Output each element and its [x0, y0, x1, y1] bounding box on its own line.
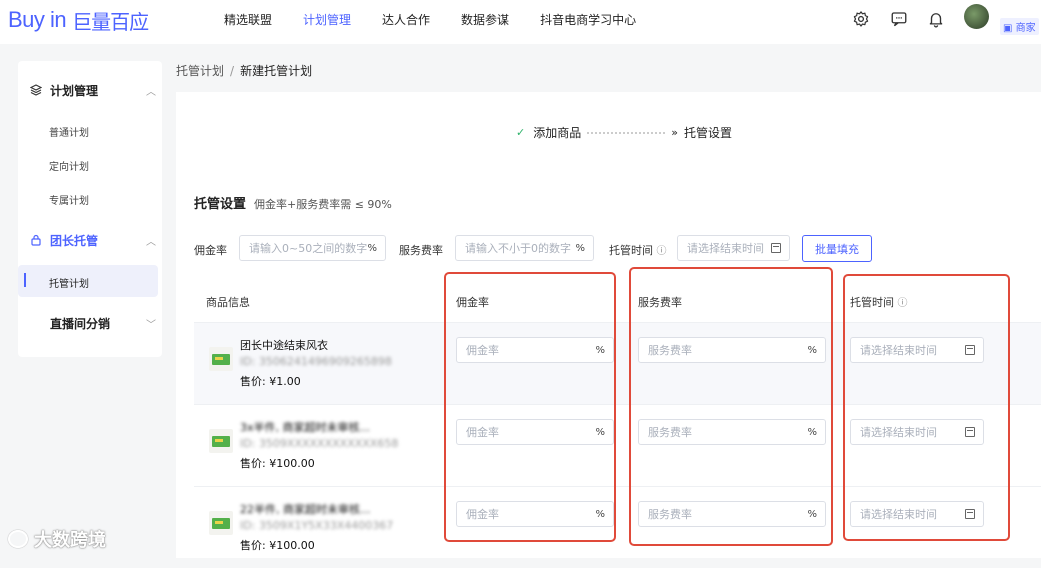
product-thumbnail — [209, 511, 233, 535]
breadcrumb-current: 新建托管计划 — [240, 64, 313, 78]
sidebar-item-exclusive-plan[interactable]: 专属计划 — [49, 192, 89, 207]
hosting-time-label-text: 托管时间 — [609, 244, 653, 257]
hosting-time-picker[interactable]: 请选择结束时间 — [677, 235, 790, 261]
percent-suffix: % — [575, 242, 585, 254]
user-role-badge: ▣ 商家 — [1000, 18, 1039, 35]
nav-item-data-advisor[interactable]: 数据参谋 — [461, 11, 509, 28]
section-hint: 佣金率+服务费率需 ≤ 90% — [254, 198, 392, 211]
nav-item-learning-center[interactable]: 抖音电商学习中心 — [540, 11, 636, 28]
main-nav: 精选联盟 计划管理 达人合作 数据参谋 抖音电商学习中心 — [224, 0, 667, 38]
nav-item-influencer-cooperation[interactable]: 达人合作 — [382, 11, 430, 28]
product-price: 售价: ¥1.00 — [240, 375, 301, 388]
avatar[interactable] — [964, 4, 989, 29]
commission-rate-placeholder: 请输入0~50之间的数字 — [249, 242, 368, 255]
service-fee-placeholder: 请输入不小于0的数字 — [465, 242, 571, 255]
breadcrumb-separator: / — [230, 63, 235, 78]
step-connector — [587, 131, 666, 134]
lock-icon — [30, 234, 42, 246]
step-indicator: ✓ 添加商品 » 托管设置 — [516, 124, 732, 141]
watermark: 大数跨境 — [8, 526, 106, 552]
commission-label: 佣金率 — [194, 244, 227, 257]
bulk-fill-button[interactable]: 批量填充 — [802, 235, 872, 262]
nav-item-plan-management[interactable]: 计划管理 — [303, 11, 351, 28]
sidebar-group-label: 计划管理 — [50, 83, 99, 98]
logo-text-en: Buy in — [8, 7, 67, 32]
watermark-logo-icon — [8, 530, 28, 548]
top-bar: Buy in 巨量百应 精选联盟 计划管理 达人合作 数据参谋 抖音电商学习中心… — [0, 0, 1041, 44]
percent-suffix: % — [367, 242, 377, 254]
breadcrumb: 托管计划 / 新建托管计划 — [176, 62, 312, 79]
check-icon: ✓ — [516, 126, 526, 139]
product-price: 售价: ¥100.00 — [240, 457, 315, 470]
product-id: ID: 3509X1Y5X33X4400367 — [240, 519, 394, 532]
chat-icon[interactable] — [889, 9, 909, 29]
hosting-time-label: 托管时间 ⓘ — [609, 242, 667, 258]
product-thumbnail — [209, 347, 233, 371]
sidebar-item-targeted-plan[interactable]: 定向计划 — [49, 158, 89, 173]
logo-text-cn: 巨量百应 — [72, 9, 149, 34]
product-name[interactable]: 22半件, 商家超时未审核... — [240, 501, 380, 517]
chevron-up-icon: ︿ — [146, 87, 156, 98]
brand-logo[interactable]: Buy in 巨量百应 — [8, 6, 149, 34]
store-icon: ▣ — [1003, 23, 1013, 34]
gear-icon[interactable] — [851, 9, 871, 29]
sidebar-group-label: 团长托管 — [50, 233, 99, 248]
step-add-product: 添加商品 — [533, 126, 582, 140]
sidebar-group-group-hosting[interactable]: 团长托管 ︿ — [30, 230, 156, 250]
double-chevron-icon: » — [671, 126, 678, 139]
product-id: ID: 3506241496909265898 — [240, 355, 392, 368]
product-price: 售价: ¥100.00 — [240, 539, 315, 552]
breadcrumb-parent[interactable]: 托管计划 — [176, 62, 224, 79]
sidebar: 计划管理 ︿ 普通计划 定向计划 专属计划 团长托管 ︿ 托管计划 直播间分销 … — [18, 61, 162, 357]
chevron-up-icon: ︿ — [146, 237, 156, 248]
service-fee-label: 服务费率 — [399, 244, 443, 257]
sidebar-group-label: 直播间分销 — [50, 316, 111, 331]
commission-rate-input[interactable]: 请输入0~50之间的数字 % — [239, 235, 386, 261]
help-icon[interactable]: ⓘ — [657, 246, 667, 257]
product-thumbnail — [209, 429, 233, 453]
calendar-icon — [771, 243, 781, 253]
watermark-text: 大数跨境 — [34, 530, 106, 551]
sidebar-group-live-distribution[interactable]: 直播间分销 ﹀ — [30, 313, 156, 333]
annotation-box-commission — [444, 272, 616, 542]
annotation-box-service-fee — [629, 267, 833, 546]
hosting-time-placeholder: 请选择结束时间 — [687, 242, 764, 255]
sidebar-group-plan-management[interactable]: 计划管理 ︿ — [30, 80, 156, 100]
step-hosting-settings: 托管设置 — [683, 126, 732, 140]
chevron-down-icon: ﹀ — [146, 320, 156, 331]
user-role-label: 商家 — [1015, 23, 1036, 34]
layers-icon — [30, 84, 42, 96]
sidebar-item-hosting-plan[interactable]: 托管计划 — [49, 275, 89, 290]
annotation-box-hosting-time — [843, 274, 1010, 541]
section-title: 托管设置 — [194, 197, 247, 212]
bell-icon[interactable] — [926, 9, 946, 29]
sidebar-item-normal-plan[interactable]: 普通计划 — [49, 124, 89, 139]
nav-item-selected-alliance[interactable]: 精选联盟 — [224, 11, 272, 28]
user-name[interactable] — [997, 2, 1041, 14]
product-name[interactable]: 3x半件, 商家超时未审核... — [240, 419, 380, 435]
sidebar-active-indicator — [24, 273, 26, 287]
product-id: ID: 3509XXXXXXXXXXXX658 — [240, 437, 399, 450]
column-header-product: 商品信息 — [206, 296, 250, 309]
product-name[interactable]: 团长中途结束风衣 — [240, 337, 380, 353]
service-fee-input[interactable]: 请输入不小于0的数字 % — [455, 235, 594, 261]
